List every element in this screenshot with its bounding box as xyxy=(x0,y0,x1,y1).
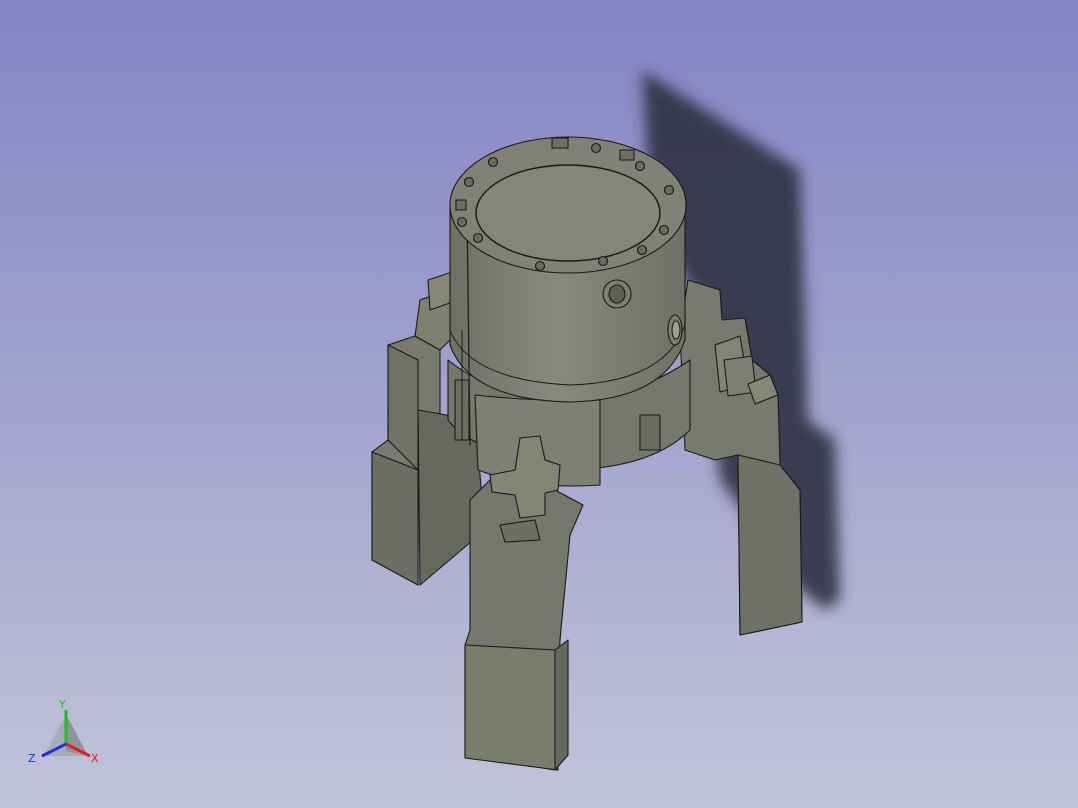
air-port-side[interactable] xyxy=(667,314,683,346)
z-axis-label: Z xyxy=(28,752,36,765)
3d-viewport[interactable]: Y X Z xyxy=(0,0,1078,808)
model-scene[interactable] xyxy=(0,0,1078,808)
air-port-front[interactable] xyxy=(602,279,632,309)
axis-triad[interactable]: Y X Z xyxy=(26,696,106,768)
y-axis-label: Y xyxy=(58,698,66,711)
top-cap[interactable] xyxy=(449,136,687,274)
x-axis-label: X xyxy=(91,752,99,765)
